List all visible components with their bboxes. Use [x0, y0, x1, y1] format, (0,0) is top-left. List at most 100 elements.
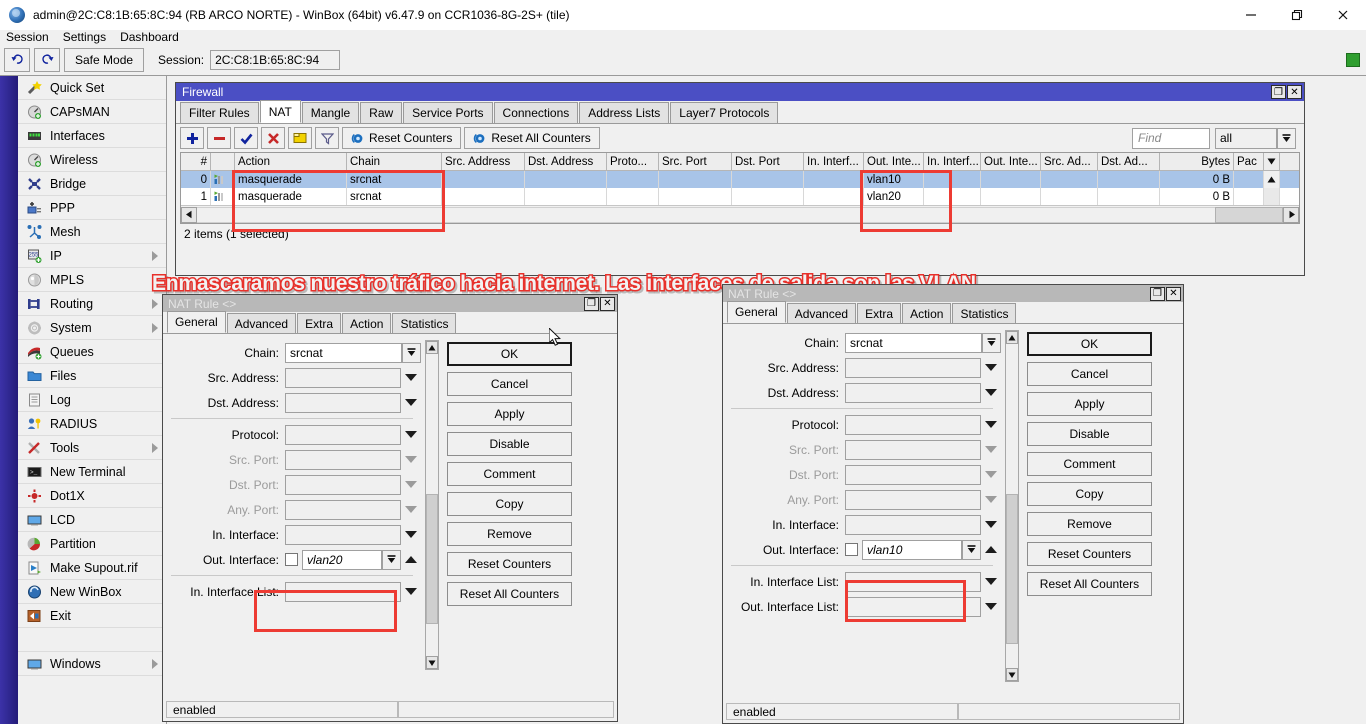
chevron-down-icon[interactable]: [981, 521, 1001, 528]
menu-item-settings[interactable]: Settings: [63, 30, 114, 44]
chevron-down-icon[interactable]: [401, 431, 421, 438]
chevron-down-icon[interactable]: [981, 389, 1001, 396]
sidebar-item-capsman[interactable]: CAPsMAN: [18, 100, 166, 124]
comment-button[interactable]: Comment: [1027, 452, 1152, 476]
reset-all-counters-button[interactable]: Reset All Counters: [1027, 572, 1152, 596]
dialog-right-tab-extra[interactable]: Extra: [857, 303, 901, 323]
col-packets[interactable]: Pac: [1234, 153, 1264, 170]
out-interface-input[interactable]: vlan20: [302, 550, 382, 570]
src-address-input[interactable]: [285, 368, 401, 388]
sidebar-item-log[interactable]: Log: [18, 388, 166, 412]
chevron-down-icon[interactable]: [401, 399, 421, 406]
dialog-left-restore-icon[interactable]: ❐: [584, 297, 599, 311]
col-dst-address[interactable]: Dst. Address: [525, 153, 607, 170]
sidebar-item-new-winbox[interactable]: New WinBox: [18, 580, 166, 604]
in-interface-input[interactable]: [285, 525, 401, 545]
chain-input[interactable]: srcnat: [845, 333, 982, 353]
out-interface-negate-checkbox[interactable]: [285, 553, 298, 566]
in-interface-list-input[interactable]: [845, 572, 981, 592]
sidebar-item-exit[interactable]: Exit: [18, 604, 166, 628]
tab-address-lists[interactable]: Address Lists: [579, 102, 669, 123]
sidebar-item-mesh[interactable]: Mesh: [18, 220, 166, 244]
sidebar-item-new-terminal[interactable]: >_ New Terminal: [18, 460, 166, 484]
chain-dropdown-icon[interactable]: [982, 333, 1001, 353]
hscroll-thumb[interactable]: [1215, 207, 1283, 223]
sidebar-item-routing[interactable]: Routing: [18, 292, 166, 316]
table-menu-icon[interactable]: [1264, 153, 1280, 170]
ok-button[interactable]: OK: [1027, 332, 1152, 356]
close-icon[interactable]: [1320, 0, 1366, 30]
chevron-down-icon[interactable]: [981, 364, 1001, 371]
reset-counters-button[interactable]: Reset Counters: [1027, 542, 1152, 566]
remove-button[interactable]: Remove: [1027, 512, 1152, 536]
sidebar-item-wireless[interactable]: Wireless: [18, 148, 166, 172]
disable-button[interactable]: Disable: [1027, 422, 1152, 446]
col-chain[interactable]: Chain: [347, 153, 442, 170]
sidebar-item-mpls[interactable]: MPLS: [18, 268, 166, 292]
chevron-down-icon[interactable]: [981, 578, 1001, 585]
filter-icon[interactable]: [315, 127, 339, 149]
col-proto[interactable]: Proto...: [607, 153, 659, 170]
tab-raw[interactable]: Raw: [360, 102, 402, 123]
restore-icon[interactable]: [1274, 0, 1320, 30]
safe-mode-button[interactable]: Safe Mode: [64, 48, 144, 72]
scroll-down-button[interactable]: [426, 656, 438, 669]
firewall-restore-icon[interactable]: ❐: [1271, 85, 1286, 99]
redo-button[interactable]: [34, 48, 60, 72]
horizontal-scrollbar[interactable]: [181, 205, 1299, 223]
dialog-right-tab-action[interactable]: Action: [902, 303, 951, 323]
chevron-up-icon[interactable]: [981, 546, 1001, 553]
col-icon[interactable]: [211, 153, 235, 170]
col-src-port[interactable]: Src. Port: [659, 153, 732, 170]
tab-filter-rules[interactable]: Filter Rules: [180, 102, 259, 123]
col-num[interactable]: #: [181, 153, 211, 170]
sidebar-item-windows[interactable]: Windows: [18, 652, 166, 676]
tab-connections[interactable]: Connections: [494, 102, 579, 123]
col-out-interface-2[interactable]: Out. Inte...: [981, 153, 1041, 170]
reset-all-counters-button[interactable]: Reset All Counters: [464, 127, 599, 149]
sidebar-item-ip[interactable]: 255 IP: [18, 244, 166, 268]
dialog-right-tab-statistics[interactable]: Statistics: [952, 303, 1016, 323]
undo-button[interactable]: [4, 48, 30, 72]
protocol-input[interactable]: [845, 415, 981, 435]
dialog-right-tab-general[interactable]: General: [727, 301, 786, 323]
scroll-up-button[interactable]: [426, 341, 438, 354]
scroll-left-button[interactable]: [181, 207, 197, 223]
minimize-icon[interactable]: [1228, 0, 1274, 30]
menu-item-dashboard[interactable]: Dashboard: [120, 30, 187, 44]
chevron-down-icon[interactable]: [981, 421, 1001, 428]
dialog-right-scrollbar[interactable]: [1005, 330, 1019, 682]
sidebar-item-files[interactable]: Files: [18, 364, 166, 388]
tab-nat[interactable]: NAT: [260, 100, 301, 123]
remove-rule-button[interactable]: [207, 127, 231, 149]
table-row[interactable]: 1 masquerade srcnat: [181, 188, 1299, 205]
dialog-left-tab-action[interactable]: Action: [342, 313, 391, 333]
scroll-up-button[interactable]: [1264, 171, 1280, 188]
col-bytes[interactable]: Bytes: [1160, 153, 1234, 170]
scroll-thumb[interactable]: [426, 494, 438, 624]
sidebar-item-make-supout[interactable]: Make Supout.rif: [18, 556, 166, 580]
filter-select-value[interactable]: all: [1215, 128, 1277, 149]
sidebar-item-tools[interactable]: Tools: [18, 436, 166, 460]
table-row[interactable]: 0 masquerade srcnat: [181, 171, 1299, 188]
out-interface-dropdown-icon[interactable]: [382, 550, 401, 570]
session-value[interactable]: 2C:C8:1B:65:8C:94: [210, 50, 340, 70]
scroll-right-button[interactable]: [1283, 207, 1299, 223]
dialog-right-tab-advanced[interactable]: Advanced: [787, 303, 856, 323]
add-rule-button[interactable]: [180, 127, 204, 149]
cancel-button[interactable]: Cancel: [447, 372, 572, 396]
ok-button[interactable]: OK: [447, 342, 572, 366]
dialog-left-scrollbar[interactable]: [425, 340, 439, 670]
sidebar-item-lcd[interactable]: LCD: [18, 508, 166, 532]
tab-service-ports[interactable]: Service Ports: [403, 102, 492, 123]
enable-rule-button[interactable]: [234, 127, 258, 149]
chevron-down-icon[interactable]: [401, 531, 421, 538]
disable-button[interactable]: Disable: [447, 432, 572, 456]
sidebar-item-system[interactable]: System: [18, 316, 166, 340]
sidebar-item-interfaces[interactable]: Interfaces: [18, 124, 166, 148]
reset-counters-button[interactable]: Reset Counters: [447, 552, 572, 576]
out-interface-negate-checkbox[interactable]: [845, 543, 858, 556]
chevron-down-icon[interactable]: [401, 374, 421, 381]
dst-address-input[interactable]: [285, 393, 401, 413]
sidebar-item-radius[interactable]: RADIUS: [18, 412, 166, 436]
